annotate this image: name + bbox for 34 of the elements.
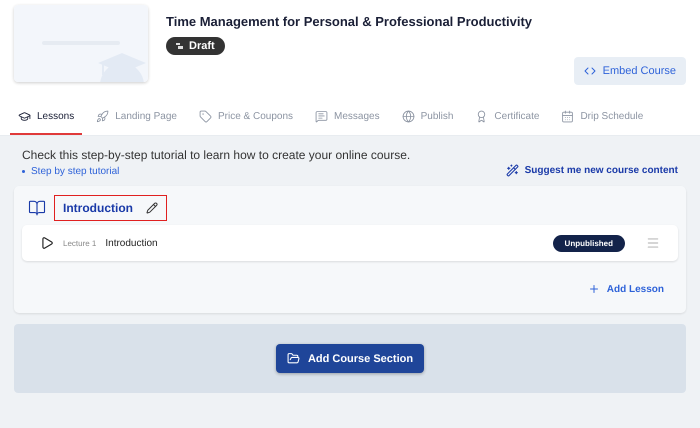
folder-icon bbox=[286, 352, 300, 365]
edit-icon[interactable] bbox=[146, 202, 158, 214]
tab[interactable]: Landing Page bbox=[88, 100, 185, 135]
graduation-cap-icon bbox=[18, 110, 31, 123]
status-badge: Draft bbox=[166, 37, 225, 55]
tab[interactable]: Price & Coupons bbox=[190, 100, 302, 135]
suggest-content-link[interactable]: Suggest me new course content bbox=[506, 164, 678, 177]
lecture-row[interactable]: Lecture 1 Introduction Unpublished bbox=[22, 225, 678, 261]
magic-wand-icon bbox=[506, 164, 519, 177]
tab[interactable]: Messages bbox=[307, 100, 388, 135]
status-badge: Unpublished bbox=[552, 234, 625, 252]
plus-icon bbox=[588, 283, 600, 295]
add-course-section-button[interactable]: Add Course Section bbox=[276, 344, 424, 373]
draft-icon bbox=[176, 42, 184, 50]
globe-icon bbox=[402, 110, 415, 123]
calendar-icon bbox=[561, 110, 574, 123]
message-icon bbox=[315, 110, 328, 123]
embed-course-button[interactable]: Embed Course bbox=[574, 57, 686, 85]
tab[interactable]: Drip Schedule bbox=[553, 100, 652, 135]
code-icon bbox=[584, 65, 596, 77]
tag-icon bbox=[198, 110, 212, 123]
drag-handle-icon[interactable] bbox=[646, 236, 660, 250]
section-title: Introduction bbox=[63, 201, 133, 215]
lecture-number: Lecture 1 bbox=[63, 238, 96, 248]
video-icon bbox=[40, 236, 54, 250]
course-title: Time Management for Personal & Professional Productivity bbox=[166, 14, 534, 29]
tab[interactable]: Publish bbox=[394, 100, 462, 135]
add-lesson-link[interactable]: Add Lesson bbox=[588, 283, 664, 295]
book-icon bbox=[28, 199, 46, 217]
rocket-icon bbox=[96, 110, 110, 123]
tutorial-text: Check this step-by-step tutorial to learn how to create your online course. bbox=[22, 148, 410, 162]
lecture-title: Introduction bbox=[105, 238, 159, 248]
tab[interactable]: Certificate bbox=[467, 100, 548, 135]
tutorial-link[interactable]: Step by step tutorial bbox=[22, 166, 410, 177]
